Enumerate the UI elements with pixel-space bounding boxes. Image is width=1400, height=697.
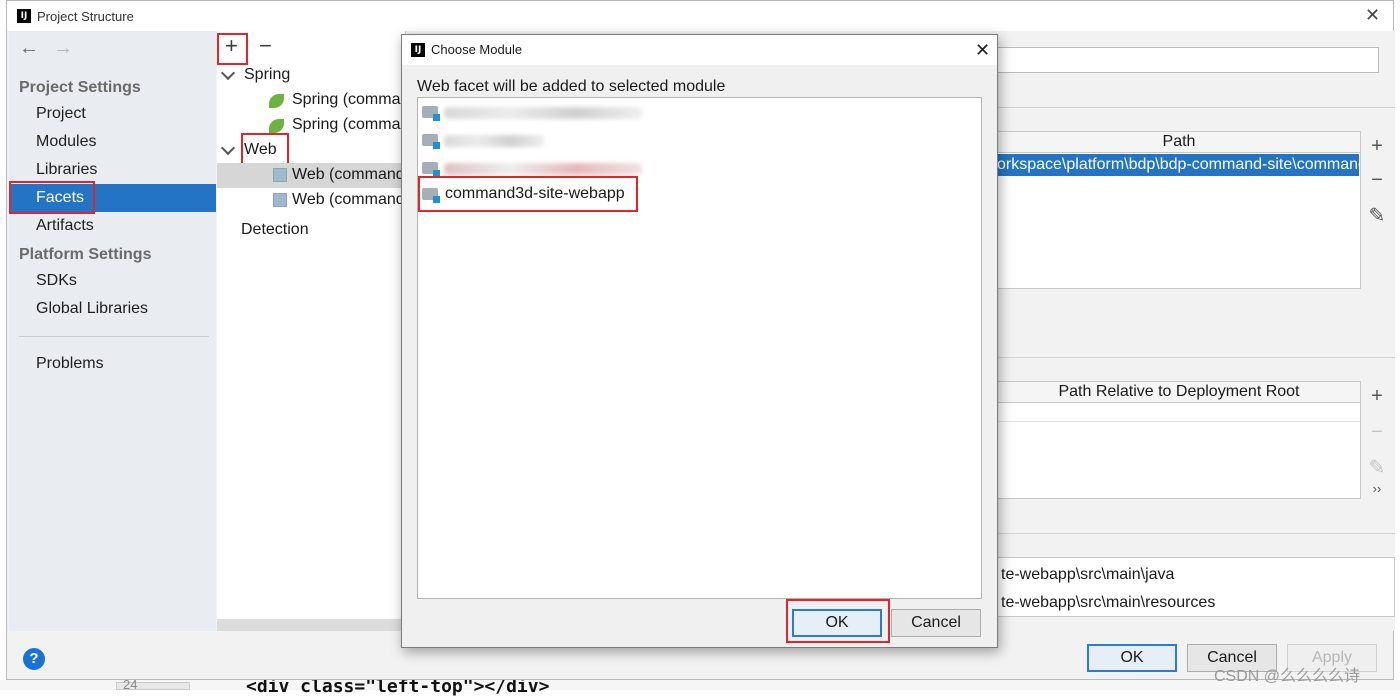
web-facet-icon [273,193,287,207]
edit-descriptor-button[interactable]: ✎ [1367,203,1387,228]
tree-item-label: Spring (comman [292,91,410,108]
list-item[interactable] [422,100,978,124]
dialog-title-bar: IJ Choose Module ✕ [402,35,997,65]
list-item[interactable] [422,128,978,152]
divider [998,421,1360,422]
sidebar-item-sdks[interactable]: SDKs [9,267,216,295]
highlight-box-web [241,133,289,165]
relative-path-column-header[interactable]: Path Relative to Deployment Root [997,381,1361,403]
list-item[interactable]: te-webapp\src\main\java [1001,566,1174,584]
divider [997,533,1395,534]
divider [997,357,1395,358]
help-icon[interactable]: ? [23,648,45,670]
sidebar-item-project[interactable]: Project [9,100,216,128]
expand-arrow-icon [220,65,236,81]
sidebar-item-artifacts[interactable]: Artifacts [9,212,216,240]
dialog-title: Choose Module [431,42,523,57]
module-badge-icon [433,114,440,121]
module-list: command3d-site-webapp [417,97,982,599]
spring-leaf-icon [269,119,284,133]
window-close-icon[interactable]: ✕ [1365,5,1380,26]
redacted-module-name [444,135,544,147]
intellij-logo-icon: IJ [17,9,31,23]
table-row[interactable]: orkspace\platform\bdp\bdp-command-site\c… [997,154,1359,176]
web-resource-table [997,402,1361,499]
facet-details-panel: Path orkspace\platform\bdp\bdp-command-s… [997,31,1395,631]
tree-item-detection[interactable]: Detection [241,218,309,242]
list-item[interactable]: te-webapp\src\main\resources [1001,594,1215,612]
tree-item-label: Web (command [292,191,405,208]
ok-button[interactable]: OK [1087,644,1177,672]
spring-leaf-icon [269,94,284,108]
dialog-cancel-button[interactable]: Cancel [891,609,981,637]
facets-tree-panel: + − Spring Spring (comman Spring (comman… [217,31,409,631]
project-settings-heading: Project Settings [19,79,141,96]
horizontal-scrollbar[interactable] [217,619,405,631]
more-icon[interactable]: ›› [1367,481,1387,496]
sidebar-item-problems[interactable]: Problems [9,350,216,378]
dialog-close-icon[interactable]: ✕ [975,40,990,61]
remove-descriptor-button[interactable]: − [1367,169,1387,192]
highlight-box-add [217,33,248,65]
window-title: Project Structure [37,9,134,24]
sidebar-item-libraries[interactable]: Libraries [9,156,216,184]
remove-resource-button[interactable]: − [1367,421,1387,444]
name-field[interactable] [997,47,1379,73]
highlight-box-module [418,176,638,212]
tree-item-label: Web (command [292,166,405,183]
redacted-module-name [444,163,642,175]
choose-module-dialog: IJ Choose Module ✕ Web facet will be add… [401,34,998,648]
add-descriptor-button[interactable]: + [1367,135,1387,158]
platform-settings-heading: Platform Settings [19,246,152,263]
sidebar-item-global-libraries[interactable]: Global Libraries [9,295,216,323]
title-bar: IJ Project Structure ✕ [7,1,1393,31]
divider [19,336,209,337]
remove-facet-button[interactable]: − [259,33,272,59]
forward-arrow-icon[interactable]: → [53,37,73,60]
path-column-header[interactable]: Path [997,131,1361,153]
intellij-logo-icon: IJ [411,43,425,57]
highlight-box-facets [9,181,95,214]
watermark: CSDN @么么么么诗 [1214,668,1361,685]
tree-group-label: Spring [244,66,291,83]
gutter: 24 [116,677,190,692]
sidebar: ← → Project Settings Project Modules Lib… [9,31,216,631]
tree-item-label: Spring (comman [292,116,410,133]
expand-arrow-icon [220,140,236,156]
highlight-box-ok [786,599,890,643]
sidebar-item-modules[interactable]: Modules [9,128,216,156]
add-resource-button[interactable]: + [1367,385,1387,408]
module-badge-icon [433,142,440,149]
dialog-prompt: Web facet will be added to selected modu… [417,78,726,95]
edit-resource-button[interactable]: ✎ [1367,455,1387,480]
back-arrow-icon[interactable]: ← [19,37,39,60]
redacted-module-name [444,107,642,119]
web-facet-icon [273,168,287,182]
divider [997,107,1395,108]
